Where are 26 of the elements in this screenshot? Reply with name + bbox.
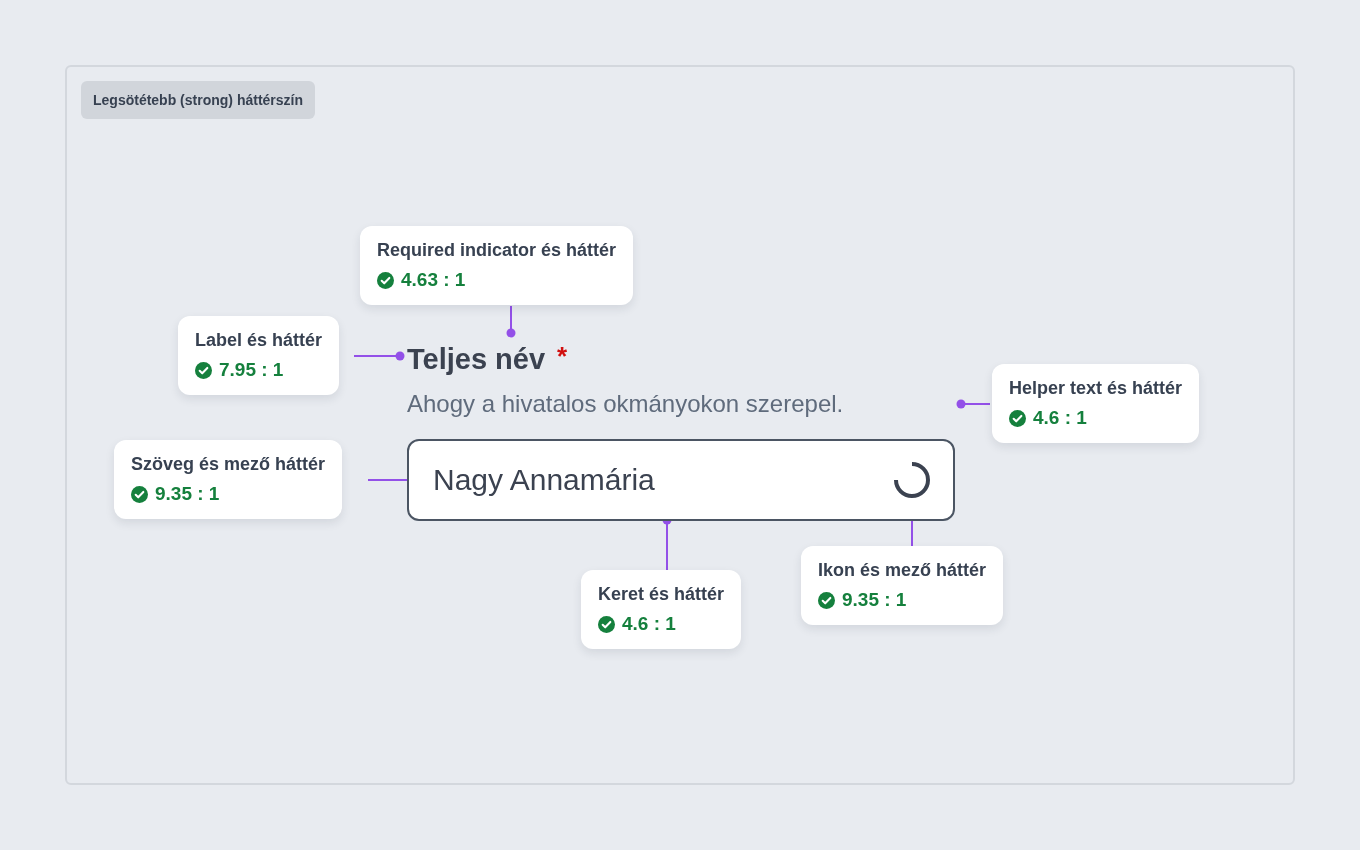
check-circle-icon [195, 361, 212, 379]
contrast-ratio: 4.6 : 1 [1033, 407, 1087, 429]
contrast-ratio: 9.35 : 1 [155, 483, 220, 505]
check-circle-icon [1009, 409, 1026, 427]
leader-line [353, 351, 405, 361]
annotation-title: Szöveg és mező háttér [131, 454, 326, 475]
annotation-title: Keret és háttér [598, 584, 725, 605]
annotation-title: Helper text és háttér [1009, 378, 1183, 399]
field-label: Teljes név [407, 342, 546, 377]
check-circle-icon [818, 591, 835, 609]
helper-text: Ahogy a hivatalos okmányokon szerepel. [407, 389, 845, 419]
contrast-ratio: 4.63 : 1 [401, 269, 466, 291]
name-input-field[interactable]: Nagy Annamária [407, 439, 955, 521]
check-circle-icon [598, 615, 615, 633]
contrast-ratio: 7.95 : 1 [219, 359, 284, 381]
check-circle-icon [377, 271, 394, 289]
annotation-title: Required indicator és háttér [377, 240, 617, 261]
leader-line [506, 305, 516, 338]
contrast-ratio: 4.6 : 1 [622, 613, 676, 635]
check-circle-icon [131, 485, 148, 503]
annotation-title: Label és háttér [195, 330, 323, 351]
annotation-title: Ikon és mező háttér [818, 560, 987, 581]
contrast-ratio: 9.35 : 1 [842, 589, 907, 611]
required-asterisk: * [557, 341, 568, 371]
background-badge: Legsötétebb (strong) háttérszín [81, 81, 315, 119]
leader-line [956, 399, 991, 409]
